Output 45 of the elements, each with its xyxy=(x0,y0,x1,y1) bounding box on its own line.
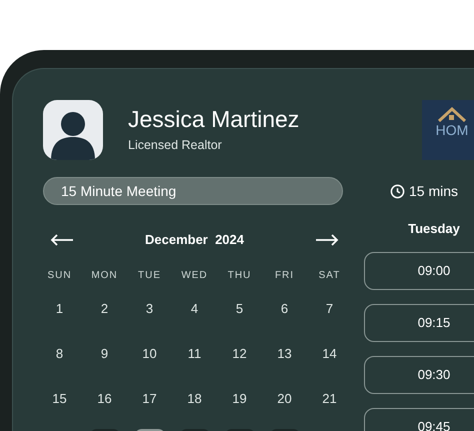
calendar-day: 13 xyxy=(277,344,292,364)
weekday-label: SUN xyxy=(47,270,72,281)
calendar-day: 21 xyxy=(322,388,337,408)
calendar-day: 9 xyxy=(100,344,108,364)
weekday-label: THU xyxy=(228,270,252,281)
profile-name: Jessica Martinez xyxy=(128,105,300,134)
calendar-day: 6 xyxy=(280,298,288,318)
left-arrow-icon xyxy=(50,234,74,246)
calendar-day: 20 xyxy=(277,388,292,408)
user-silhouette-icon xyxy=(51,110,95,160)
calendar-day: 7 xyxy=(326,298,334,318)
month-title: December 2024 xyxy=(144,231,244,250)
calendar-day: 1 xyxy=(56,298,64,318)
calendar-day: 2 xyxy=(100,298,108,318)
profile-role: Licensed Realtor xyxy=(128,137,223,154)
weekday-label: MON xyxy=(91,270,118,281)
calendar-day: 8 xyxy=(56,344,64,364)
weekday-label: SAT xyxy=(318,270,340,281)
selected-day: Tuesday xyxy=(364,219,474,239)
time-slot-button[interactable]: 09:30 xyxy=(364,356,474,394)
calendar-day: 19 xyxy=(232,388,247,408)
calendar-day: 18 xyxy=(187,388,202,408)
previous-month-button[interactable] xyxy=(50,234,74,246)
calendar-day: 11 xyxy=(188,344,202,364)
calendar-day: 12 xyxy=(232,344,247,364)
calendar-day: 17 xyxy=(142,388,157,408)
weekday-label: WED xyxy=(181,270,208,281)
calendar-day: 5 xyxy=(236,298,244,318)
right-arrow-icon xyxy=(314,234,339,246)
weekday-label: FRI xyxy=(274,270,294,281)
logo-text: HOM xyxy=(436,122,468,138)
calendar-day: 3 xyxy=(146,298,154,318)
calendar-day: 14 xyxy=(322,344,337,364)
calendar-day: 4 xyxy=(190,298,198,318)
meeting-title: 15 Minute Meeting xyxy=(43,177,343,205)
calendar-day: 16 xyxy=(97,388,112,408)
clock-icon xyxy=(390,184,405,198)
calendar-day: 10 xyxy=(142,344,157,364)
meeting-duration: 15 mins xyxy=(409,182,458,200)
calendar-day: 15 xyxy=(52,388,67,408)
weekday-label: TUE xyxy=(138,270,161,281)
time-slot-button[interactable]: 09:00 xyxy=(364,252,474,290)
time-slot-button[interactable]: 09:15 xyxy=(364,304,474,342)
house-icon xyxy=(437,106,467,122)
next-month-button[interactable] xyxy=(314,234,339,246)
